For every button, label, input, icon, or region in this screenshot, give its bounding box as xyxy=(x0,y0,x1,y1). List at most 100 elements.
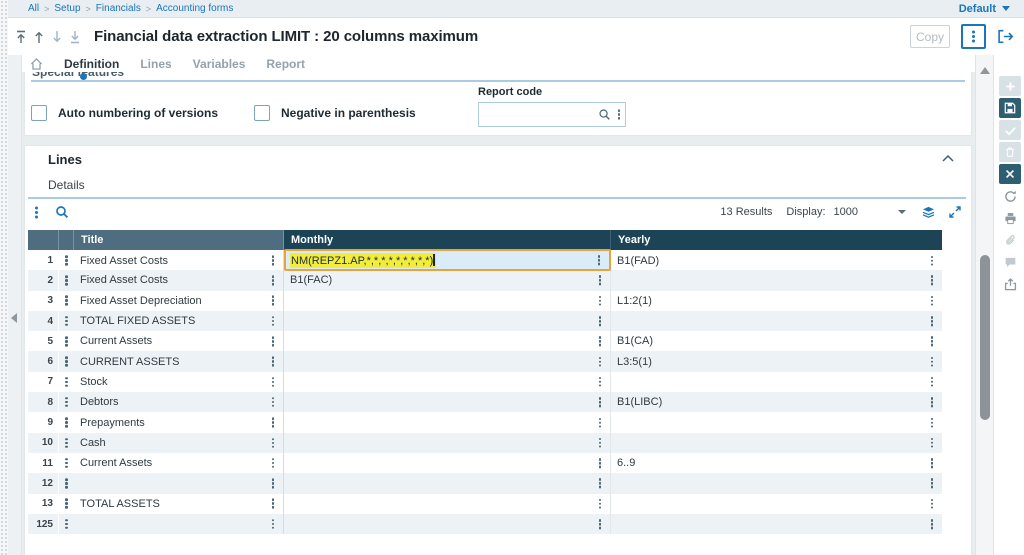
cell-menu-icon[interactable] xyxy=(598,522,601,526)
row-handle[interactable] xyxy=(59,473,74,493)
cell-menu-icon[interactable] xyxy=(598,319,601,323)
row-handle[interactable] xyxy=(59,514,74,534)
cell-menu-icon[interactable] xyxy=(598,421,601,424)
cell-monthly[interactable] xyxy=(284,473,611,494)
cell-menu-icon[interactable] xyxy=(271,360,274,363)
cell-monthly[interactable] xyxy=(284,493,611,514)
row-number[interactable]: 1 xyxy=(28,250,59,271)
breadcrumb-item-accounting-forms[interactable]: Accounting forms xyxy=(156,3,233,14)
report-code-input[interactable] xyxy=(479,103,598,126)
breadcrumb-item-financials[interactable]: Financials xyxy=(96,3,141,14)
cell-yearly[interactable] xyxy=(611,412,942,432)
tab-variables[interactable]: Variables xyxy=(193,57,246,71)
cell-menu-icon[interactable] xyxy=(271,279,274,282)
search-icon[interactable] xyxy=(598,108,611,121)
collapse-left-icon[interactable] xyxy=(11,313,17,323)
cell-title[interactable]: Current Assets xyxy=(74,452,284,474)
row-number[interactable]: 5 xyxy=(28,331,59,352)
cell-menu-icon[interactable] xyxy=(930,421,933,424)
cell-title[interactable]: TOTAL ASSETS xyxy=(74,493,284,514)
checkbox-auto-numbering-of-versions[interactable]: Auto numbering of versions xyxy=(31,105,218,121)
checkbox-box[interactable] xyxy=(31,105,47,121)
column-header-title[interactable]: Title xyxy=(74,230,284,250)
row-menu-icon[interactable] xyxy=(65,400,68,404)
row-number[interactable]: 10 xyxy=(28,432,59,453)
cell-menu-icon[interactable] xyxy=(930,400,933,404)
previous-record-icon[interactable] xyxy=(32,29,45,44)
row-menu-icon[interactable] xyxy=(65,259,68,262)
row-menu-icon[interactable] xyxy=(65,482,68,485)
cell-menu-icon[interactable] xyxy=(930,319,933,323)
home-icon[interactable] xyxy=(30,57,43,70)
row-number[interactable]: 11 xyxy=(28,452,59,474)
cell-menu-icon[interactable] xyxy=(271,522,274,526)
cell-monthly[interactable] xyxy=(284,310,611,332)
cell-monthly[interactable] xyxy=(284,513,611,535)
checkbox-box[interactable] xyxy=(254,105,270,121)
row-menu-icon[interactable] xyxy=(65,360,68,363)
row-handle[interactable] xyxy=(59,250,74,271)
row-handle[interactable] xyxy=(59,412,74,432)
tab-lines[interactable]: Lines xyxy=(140,57,171,71)
cell-yearly[interactable] xyxy=(611,494,942,514)
cell-yearly[interactable] xyxy=(611,311,942,331)
cell-monthly[interactable] xyxy=(284,452,611,474)
cell-monthly[interactable] xyxy=(284,432,611,453)
column-header-yearly[interactable]: Yearly xyxy=(611,230,942,250)
row-handle[interactable] xyxy=(59,433,74,453)
cell-yearly[interactable]: L3:5(1) xyxy=(611,351,942,371)
cell-yearly[interactable]: 6..9 xyxy=(611,453,942,473)
cell-yearly[interactable] xyxy=(611,433,942,453)
cell-menu-icon[interactable] xyxy=(930,380,933,384)
row-handle[interactable] xyxy=(59,331,74,351)
row-menu-icon[interactable] xyxy=(65,340,68,343)
cell-menu-icon[interactable] xyxy=(598,380,601,384)
validate-button[interactable] xyxy=(999,120,1021,140)
row-menu-icon[interactable] xyxy=(65,441,68,445)
row-handle[interactable] xyxy=(59,351,74,371)
add-button[interactable] xyxy=(999,76,1021,96)
cell-monthly[interactable] xyxy=(284,351,611,372)
cell-menu-icon[interactable] xyxy=(271,441,274,445)
cell-yearly[interactable] xyxy=(611,473,942,493)
cell-menu-icon[interactable] xyxy=(598,340,601,343)
cell-menu-icon[interactable] xyxy=(271,319,274,323)
cell-title[interactable]: Fixed Asset Costs xyxy=(74,270,284,291)
cell-menu-icon[interactable] xyxy=(598,502,601,505)
row-handle[interactable] xyxy=(59,270,74,290)
cell-yearly[interactable]: B1(LIBC) xyxy=(611,392,942,412)
tab-report[interactable]: Report xyxy=(266,57,305,71)
row-handle[interactable] xyxy=(59,494,74,514)
cell-yearly[interactable] xyxy=(611,270,942,290)
row-number[interactable]: 6 xyxy=(28,351,59,372)
cell-menu-icon[interactable] xyxy=(930,482,933,485)
cell-title[interactable]: CURRENT ASSETS xyxy=(74,351,284,372)
breadcrumb-item-setup[interactable]: Setup xyxy=(54,3,80,14)
comment-button[interactable] xyxy=(999,252,1021,272)
cell-menu-icon[interactable] xyxy=(930,461,933,465)
save-button[interactable] xyxy=(999,98,1021,118)
copy-button[interactable]: Copy xyxy=(910,25,950,48)
cell-menu-icon[interactable] xyxy=(597,258,600,262)
cell-title[interactable]: Fixed Asset Costs xyxy=(74,250,284,271)
grid-menu-icon[interactable] xyxy=(35,210,38,214)
context-switcher[interactable]: Default xyxy=(959,3,1010,15)
cell-menu-icon[interactable] xyxy=(271,299,274,302)
row-menu-icon[interactable] xyxy=(65,461,68,465)
cell-title[interactable]: Stock xyxy=(74,371,284,393)
row-number[interactable]: 125 xyxy=(28,513,59,535)
cell-menu-icon[interactable] xyxy=(271,380,274,384)
row-number[interactable]: 12 xyxy=(28,473,59,494)
attachment-button[interactable] xyxy=(999,230,1021,250)
cell-menu-icon[interactable] xyxy=(598,279,601,282)
cell-menu-icon[interactable] xyxy=(930,441,933,445)
cell-menu-icon[interactable] xyxy=(271,502,274,505)
close-button[interactable] xyxy=(999,164,1021,184)
row-menu-icon[interactable] xyxy=(65,299,68,302)
print-button[interactable] xyxy=(999,208,1021,228)
cell-title[interactable]: Cash xyxy=(74,432,284,453)
row-menu-icon[interactable] xyxy=(65,522,68,526)
row-handle[interactable] xyxy=(59,372,74,392)
cell-menu-icon[interactable] xyxy=(271,400,274,404)
cell-monthly[interactable] xyxy=(284,371,611,393)
